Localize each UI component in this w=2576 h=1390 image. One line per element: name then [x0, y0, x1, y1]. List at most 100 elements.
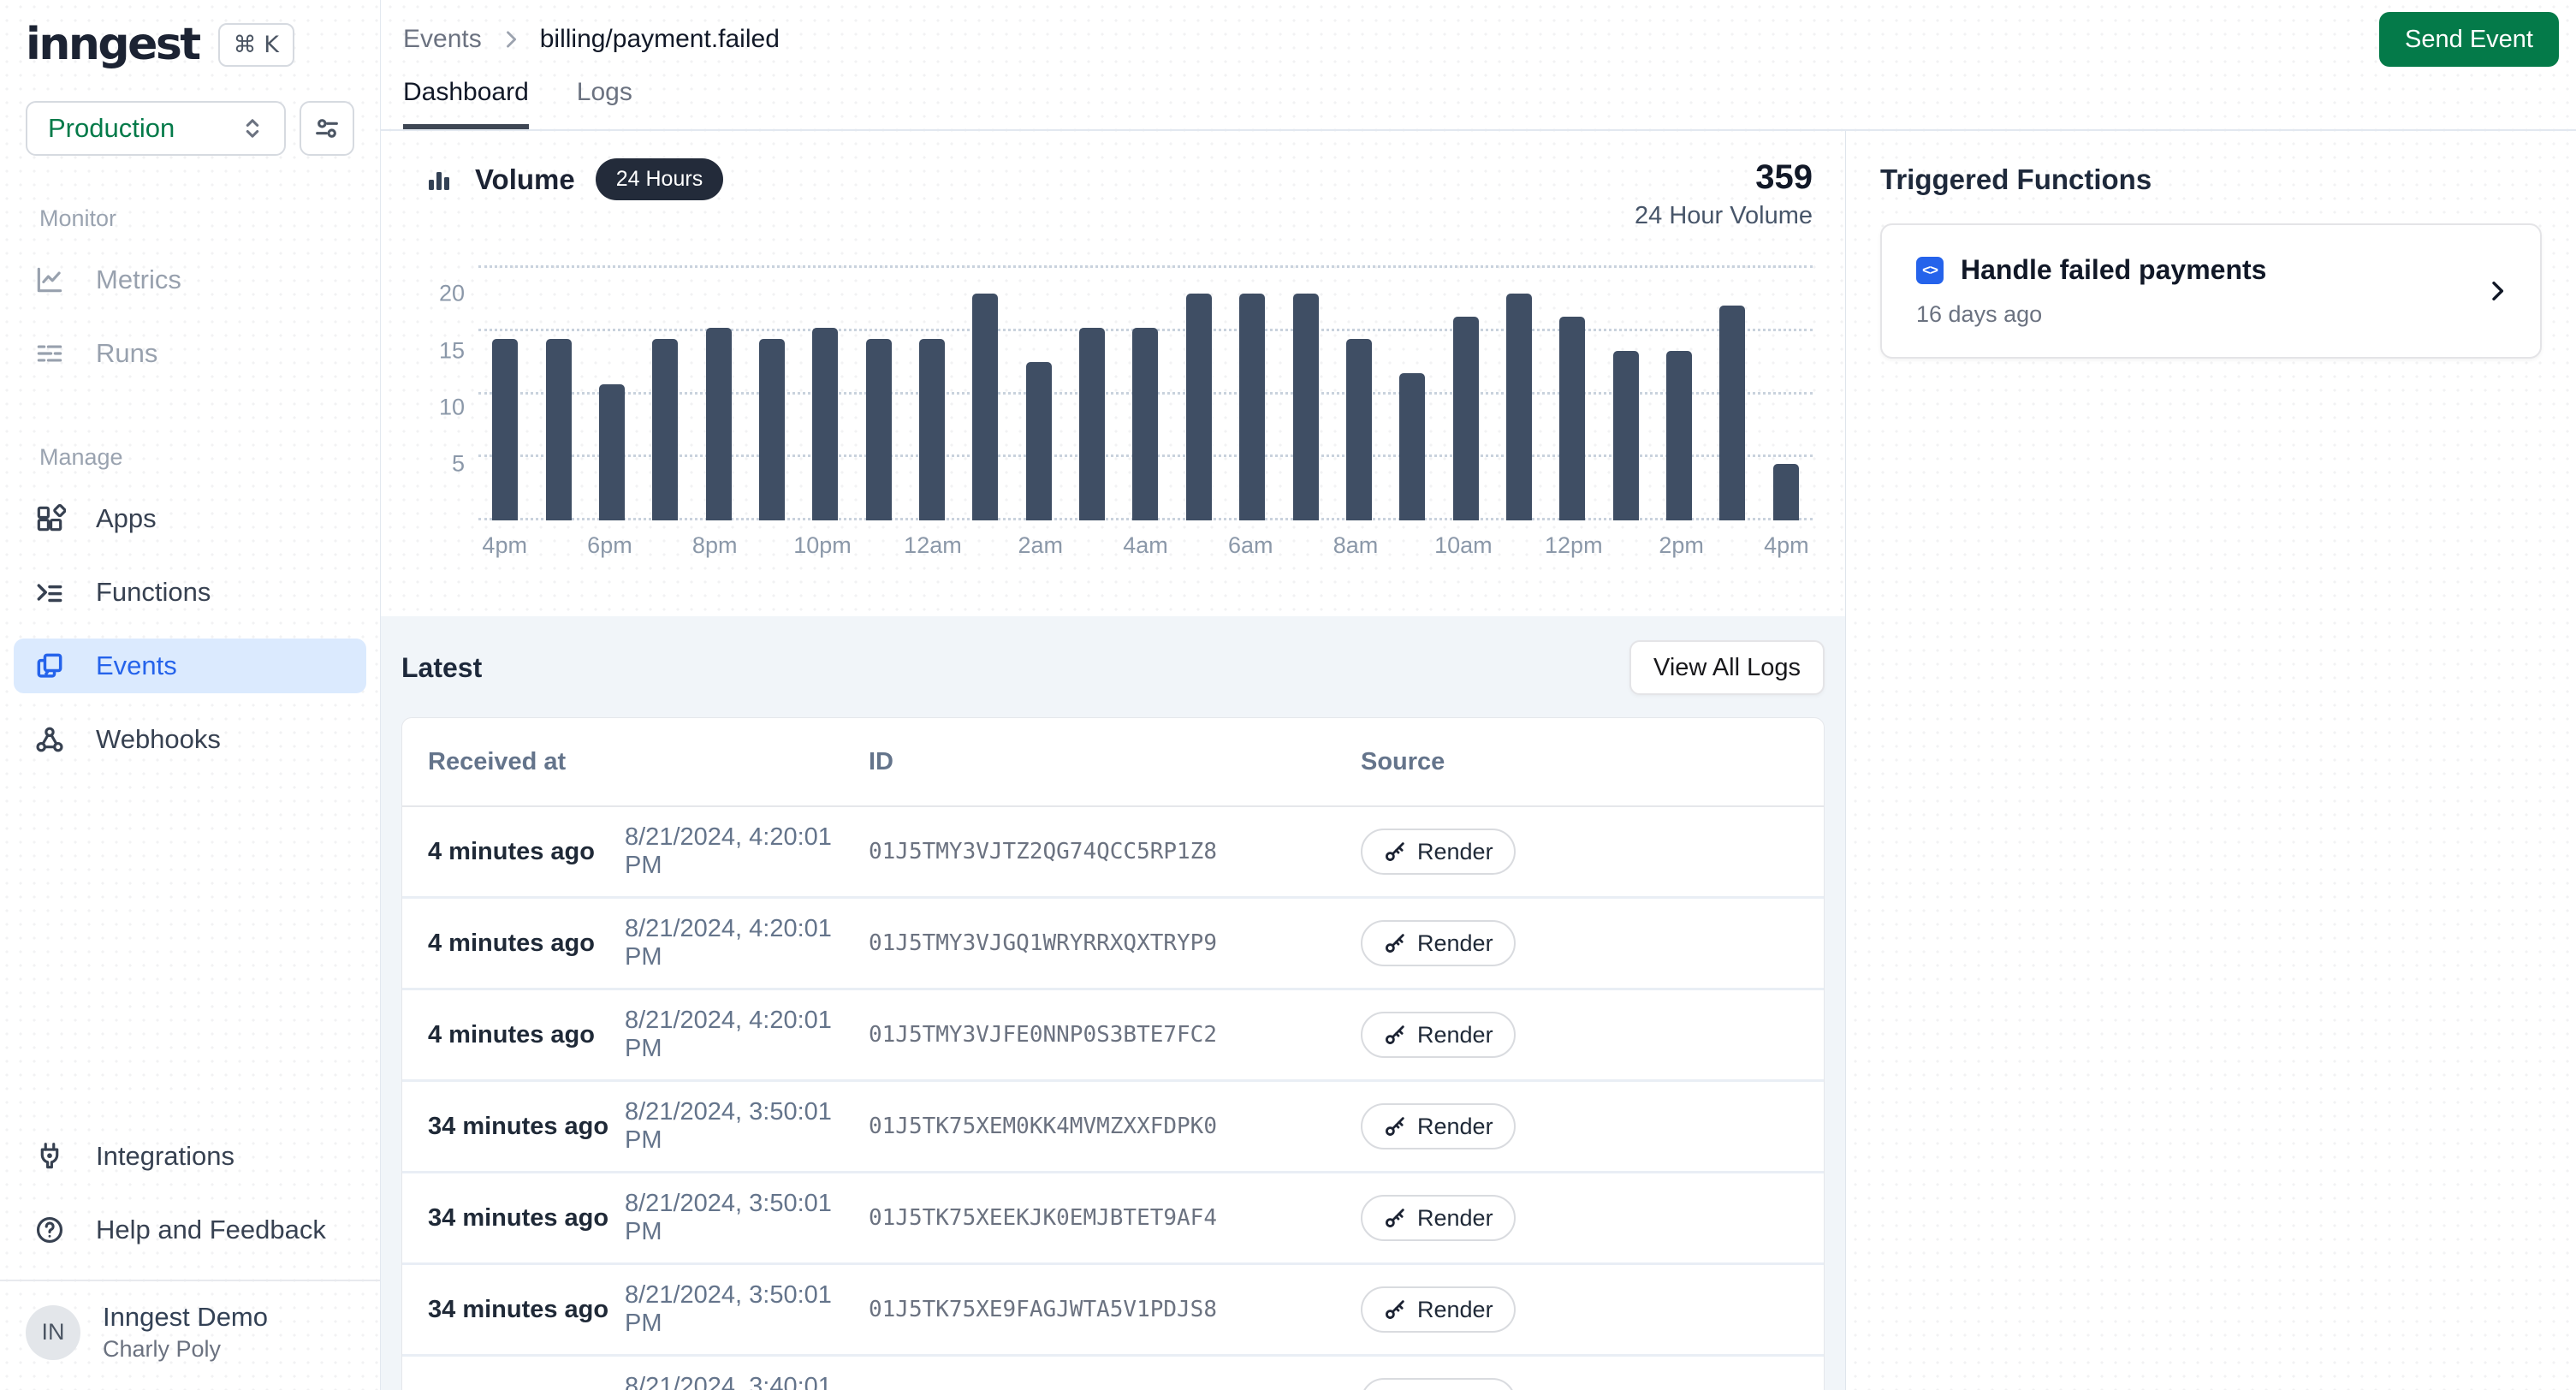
- volume-bar[interactable]: [1666, 351, 1692, 520]
- plug-icon: [33, 1139, 67, 1173]
- send-event-button[interactable]: Send Event: [2379, 12, 2559, 67]
- sidebar-item-metrics[interactable]: Metrics: [14, 252, 366, 307]
- cell-received-at: 4 minutes ago: [428, 930, 625, 958]
- volume-bar[interactable]: [1559, 317, 1585, 520]
- triggered-function-card[interactable]: <> Handle failed payments 16 days ago: [1880, 223, 2542, 359]
- source-badge[interactable]: Render: [1361, 1195, 1516, 1241]
- source-badge[interactable]: Render: [1361, 1286, 1516, 1333]
- volume-bar[interactable]: [812, 328, 838, 520]
- sidebar-item-functions[interactable]: Functions: [14, 565, 366, 620]
- sidebar-item-apps[interactable]: Apps: [14, 491, 366, 546]
- events-table: Received at ID Source 4 minutes ago8/21/…: [401, 717, 1825, 1390]
- x-axis-tick: 12am: [904, 532, 962, 559]
- sidebar-item-webhooks[interactable]: Webhooks: [14, 712, 366, 767]
- sidebar-item-integrations[interactable]: Integrations: [14, 1129, 366, 1184]
- volume-bar[interactable]: [1293, 294, 1319, 520]
- volume-bar[interactable]: [1132, 328, 1158, 520]
- volume-bar[interactable]: [652, 339, 678, 520]
- volume-bar[interactable]: [1346, 339, 1372, 520]
- cell-source: Render: [1361, 920, 1798, 966]
- x-axis-tick: [1172, 532, 1224, 559]
- volume-bar[interactable]: [866, 339, 892, 520]
- volume-bar[interactable]: [1613, 351, 1639, 520]
- user-org: Inngest Demo: [103, 1302, 268, 1333]
- x-axis-tick: [531, 532, 583, 559]
- cell-source: Render: [1361, 1012, 1798, 1058]
- sidebar-item-help[interactable]: Help and Feedback: [14, 1203, 366, 1257]
- source-badge-label: Render: [1417, 1114, 1493, 1140]
- volume-bar[interactable]: [1719, 306, 1745, 520]
- cell-received-at: 34 minutes ago: [428, 1296, 625, 1324]
- user-name: Charly Poly: [103, 1336, 268, 1363]
- source-badge[interactable]: Render: [1361, 1103, 1516, 1149]
- volume-bar[interactable]: [1399, 373, 1425, 520]
- cell-timestamp: 8/21/2024, 3:50:01 PM: [625, 1190, 869, 1246]
- source-badge[interactable]: Render: [1361, 920, 1516, 966]
- sidebar-nav: Monitor Metrics Runs Manage Apps: [0, 205, 380, 786]
- sidebar-item-events[interactable]: Events: [14, 639, 366, 693]
- tab-dashboard[interactable]: Dashboard: [403, 78, 529, 129]
- source-badge[interactable]: Render: [1361, 829, 1516, 875]
- source-badge-label: Render: [1417, 1205, 1493, 1232]
- volume-bar[interactable]: [599, 384, 625, 520]
- x-axis-tick: [852, 532, 904, 559]
- volume-bar[interactable]: [1506, 294, 1532, 520]
- triggered-functions-panel: Triggered Functions <> Handle failed pay…: [1845, 131, 2576, 1390]
- source-badge-label: Render: [1417, 930, 1493, 957]
- sidebar: inngest ⌘ K Production Monitor: [0, 0, 381, 1390]
- user-profile[interactable]: IN Inngest Demo Charly Poly: [0, 1281, 380, 1383]
- volume-bar[interactable]: [492, 339, 518, 520]
- volume-panel: Volume 24 Hours 359 24 Hour Volume 51015…: [381, 131, 1845, 616]
- chart-line-icon: [33, 263, 67, 297]
- table-row[interactable]: 4 minutes ago8/21/2024, 4:20:01 PM01J5TM…: [402, 990, 1824, 1082]
- volume-bar[interactable]: [706, 328, 732, 520]
- cell-event-id: 01J5TK75XEEKJK0EMJBTET9AF4: [869, 1205, 1361, 1231]
- sidebar-item-runs[interactable]: Runs: [14, 326, 366, 381]
- cell-event-id: 01J5TMY3VJGQ1WRYRRXQXTRYP9: [869, 930, 1361, 956]
- source-badge[interactable]: Render: [1361, 1378, 1516, 1390]
- volume-bar[interactable]: [919, 339, 945, 520]
- environment-settings-button[interactable]: [300, 101, 354, 156]
- table-row[interactable]: 34 minutes ago8/21/2024, 3:50:01 PM01J5T…: [402, 1173, 1824, 1265]
- source-badge[interactable]: Render: [1361, 1012, 1516, 1058]
- view-all-logs-button[interactable]: View All Logs: [1629, 640, 1825, 695]
- tabs: Dashboard Logs: [381, 78, 632, 129]
- table-row[interactable]: 4 minutes ago8/21/2024, 4:20:01 PM01J5TM…: [402, 899, 1824, 990]
- y-axis-tick: 15: [439, 337, 465, 364]
- table-row[interactable]: 4 minutes ago8/21/2024, 4:20:01 PM01J5TM…: [402, 807, 1824, 899]
- range-badge[interactable]: 24 Hours: [596, 158, 723, 200]
- volume-bar[interactable]: [1239, 294, 1265, 520]
- volume-bar[interactable]: [972, 294, 998, 520]
- nav-section-monitor: Monitor: [39, 205, 380, 232]
- table-row[interactable]: 34 minutes ago8/21/2024, 3:50:01 PM01J5T…: [402, 1082, 1824, 1173]
- x-axis-tick: 10am: [1434, 532, 1493, 559]
- volume-bar[interactable]: [1773, 464, 1799, 520]
- apps-grid-icon: [33, 502, 67, 536]
- volume-bar[interactable]: [1453, 317, 1479, 520]
- cell-received-at: 34 minutes ago: [428, 1204, 625, 1233]
- tab-logs[interactable]: Logs: [577, 78, 632, 129]
- volume-bar[interactable]: [546, 339, 572, 520]
- function-name: Handle failed payments: [1961, 254, 2266, 286]
- volume-bar[interactable]: [1079, 328, 1105, 520]
- bar-chart-icon: [424, 164, 454, 195]
- volume-bar[interactable]: [1026, 362, 1052, 520]
- y-axis-tick: 20: [439, 281, 465, 307]
- x-axis-tick: 2am: [1014, 532, 1066, 559]
- cell-event-id: 01J5TMY3VJTZ2QG74QCC5RP1Z8: [869, 839, 1361, 864]
- cell-event-id: 01J5TMY3VJFE0NNP0S3BTE7FC2: [869, 1022, 1361, 1048]
- cell-event-id: 01J5TK75XE9FAGJWTA5V1PDJS8: [869, 1297, 1361, 1322]
- volume-bar[interactable]: [759, 339, 785, 520]
- sidebar-item-label: Integrations: [96, 1141, 234, 1172]
- key-icon: [1383, 1023, 1407, 1047]
- breadcrumb-events-link[interactable]: Events: [403, 25, 482, 54]
- webhook-icon: [33, 722, 67, 757]
- table-row[interactable]: 44 minutes ago8/21/2024, 3:40:01 PM01J5T…: [402, 1357, 1824, 1390]
- volume-bar[interactable]: [1186, 294, 1212, 520]
- x-axis-tick: [1603, 532, 1655, 559]
- x-axis-tick: [636, 532, 688, 559]
- command-k-shortcut[interactable]: ⌘ K: [218, 23, 294, 67]
- environment-selector[interactable]: Production: [26, 101, 286, 156]
- table-row[interactable]: 34 minutes ago8/21/2024, 3:50:01 PM01J5T…: [402, 1265, 1824, 1357]
- help-circle-icon: [33, 1213, 67, 1247]
